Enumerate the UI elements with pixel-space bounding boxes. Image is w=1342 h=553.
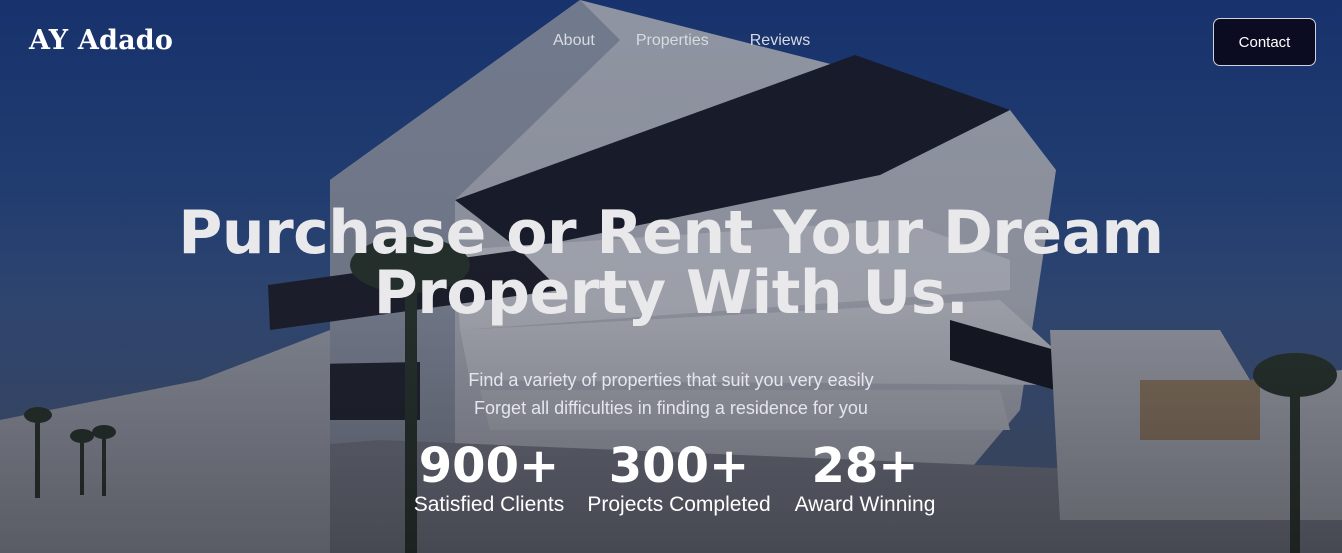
hero-subtitle-line-1: Find a variety of properties that suit y…	[468, 370, 874, 390]
nav-link-properties[interactable]: Properties	[636, 32, 709, 50]
hero-headline-line-2: Property With Us.	[373, 258, 969, 328]
stat-label: Award Winning	[794, 493, 936, 516]
hero-subtitle-line-2: Forget all difficulties in finding a res…	[474, 398, 868, 418]
stat-projects-completed: 300+ Projects Completed	[577, 440, 781, 518]
stat-label: Satisfied Clients	[413, 493, 565, 516]
hero-headline-line-1: Purchase or Rent Your Dream	[178, 198, 1164, 268]
contact-button[interactable]: Contact	[1213, 18, 1316, 66]
nav-link-about[interactable]: About	[553, 32, 595, 50]
hero-subtitle: Find a variety of properties that suit y…	[0, 366, 1342, 422]
navbar: AY Adado About Properties Reviews Contac…	[0, 0, 1342, 84]
stat-satisfied-clients: 900+ Satisfied Clients	[399, 440, 579, 518]
stat-award-winning: 28+ Award Winning	[788, 440, 942, 518]
nav-link-reviews[interactable]: Reviews	[750, 32, 810, 50]
stat-label: Projects Completed	[587, 493, 771, 516]
nav-links: About Properties Reviews	[553, 32, 810, 50]
stat-value: 28+	[811, 438, 919, 494]
hero-headline: Purchase or Rent Your Dream Property Wit…	[0, 203, 1342, 323]
stat-value: 900+	[418, 438, 560, 494]
brand-logo[interactable]: AY Adado	[29, 25, 173, 56]
hero-section: AY Adado About Properties Reviews Contac…	[0, 0, 1342, 553]
stat-value: 300+	[608, 438, 750, 494]
stats-row: 900+ Satisfied Clients 300+ Projects Com…	[399, 440, 944, 520]
